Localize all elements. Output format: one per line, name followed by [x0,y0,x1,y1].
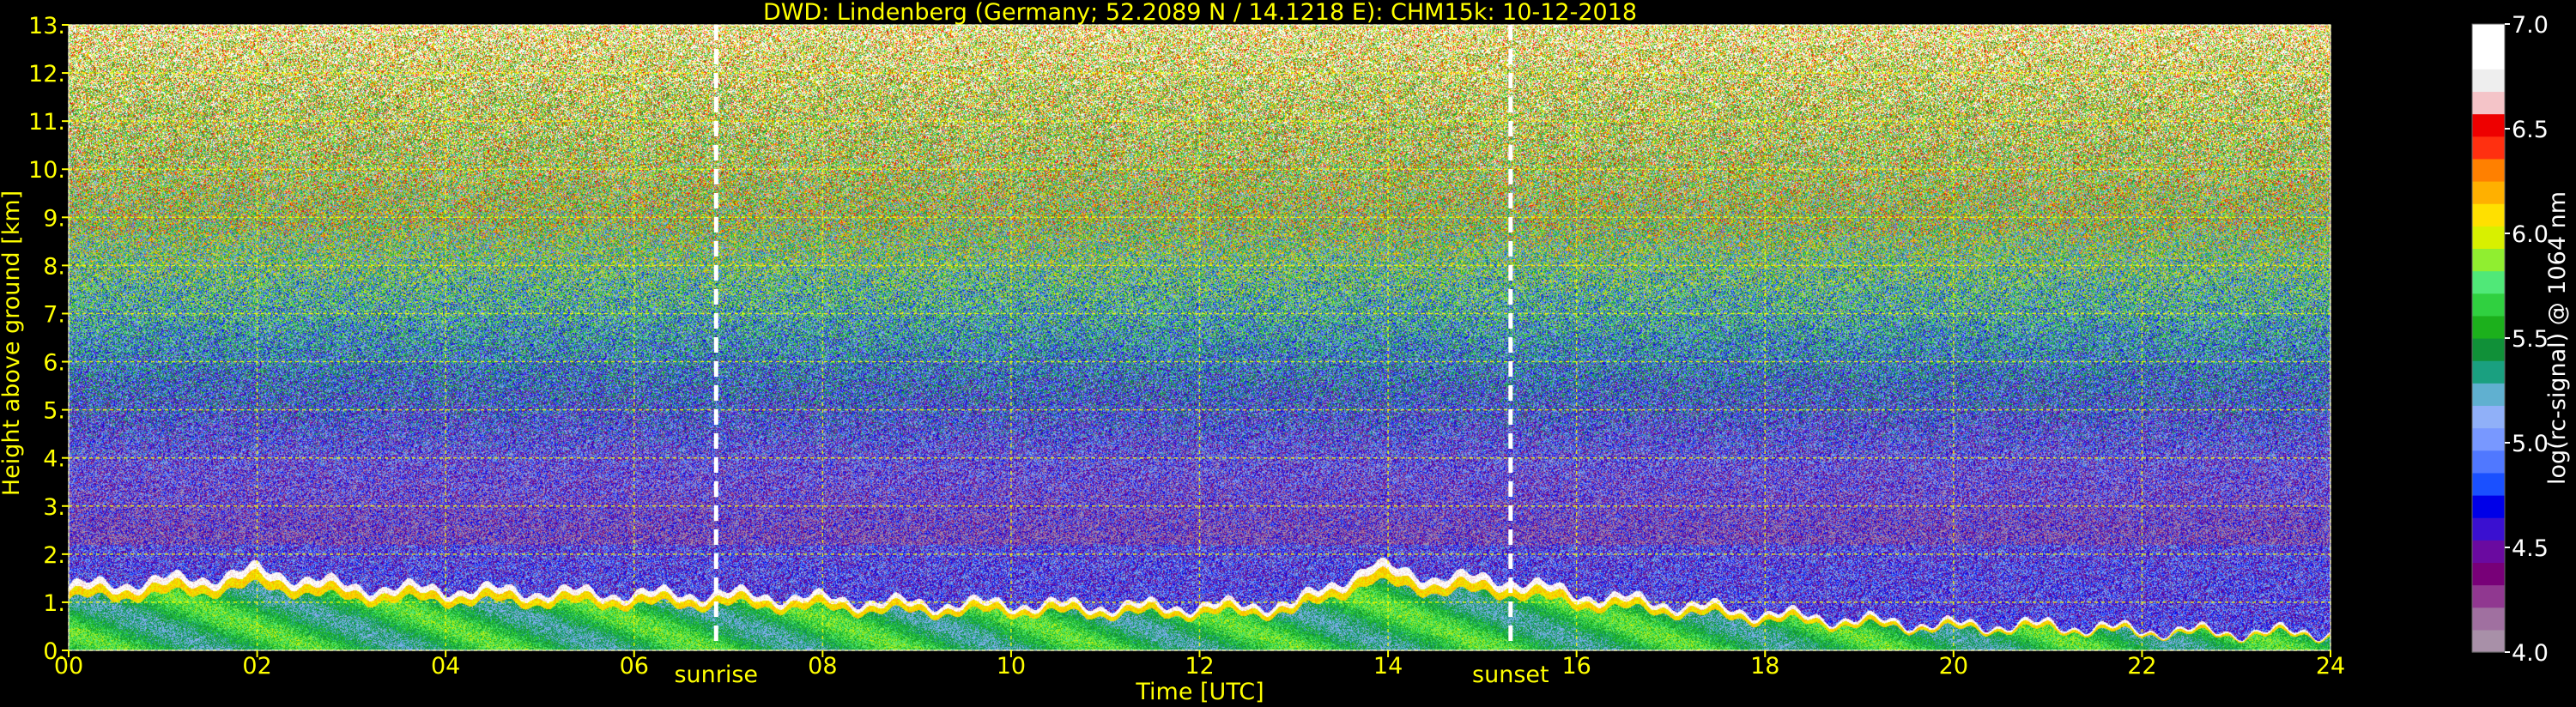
colorbar-tick-label: 4.5 [2512,535,2549,562]
y-tick-label: 7. [43,301,65,328]
x-tick-label: 14 [1373,653,1403,680]
colorbar-swatch [2472,203,2505,227]
colorbar-swatch [2472,427,2505,451]
x-tick-label: 16 [1561,653,1591,680]
colorbar-tick-label: 6.0 [2512,221,2549,248]
colorbar-swatch [2472,405,2505,429]
y-tick-label: 11. [28,109,65,136]
y-axis-label: Height above ground [km] [0,190,25,496]
colorbar-swatch [2472,383,2505,407]
y-tick-label: 10. [28,157,65,184]
colorbar-tick-label: 6.5 [2512,117,2549,143]
colorbar-swatch [2472,248,2505,272]
x-tick-label: 08 [808,653,837,680]
y-tick-label: 2. [43,542,65,569]
colorbar-swatch [2472,293,2505,317]
colorbar-swatch [2472,450,2505,474]
y-tick-label: 12. [28,61,65,88]
colorbar-swatch [2472,629,2505,653]
colorbar-tick-label: 5.5 [2512,326,2549,353]
colorbar-swatch [2472,158,2505,182]
y-tick-label: 0. [43,638,65,665]
colorbar-swatch [2472,517,2505,541]
x-axis-label: Time [UTC] [1135,679,1264,705]
x-tick-label: 18 [1750,653,1779,680]
colorbar-swatch [2472,540,2505,564]
y-tick-label: 1. [43,590,65,617]
y-tick-label: 3. [43,494,65,521]
colorbar-swatch [2472,69,2505,93]
x-tick-label: 02 [242,653,271,680]
colorbar-swatch [2472,472,2505,496]
y-tick-label: 8. [43,253,65,280]
colorbar-label: log(rc-signal) @ 1064 nm [2544,191,2571,485]
colorbar-swatch [2472,113,2505,137]
annotation-label: sunrise [674,662,758,688]
x-tick-label: 22 [2127,653,2156,680]
chart-title: DWD: Lindenberg (Germany; 52.2089 N / 14… [763,0,1637,26]
colorbar-swatch [2472,495,2505,518]
colorbar-tick-label: 5.0 [2512,431,2549,457]
colorbar-tick-label: 4.0 [2512,640,2549,667]
colorbar-tick-label: 7.0 [2512,12,2549,39]
x-tick-label: 20 [1939,653,1968,680]
colorbar-swatch [2472,136,2505,160]
x-tick-label: 06 [620,653,649,680]
y-tick-label: 13. [28,13,65,39]
annotation-label: sunset [1472,662,1549,688]
colorbar-swatch [2472,226,2505,250]
colorbar-swatch [2472,607,2505,631]
y-tick-label: 6. [43,350,65,377]
y-tick-label: 5. [43,398,65,425]
x-tick-label: 04 [431,653,460,680]
y-tick-label: 4. [43,446,65,473]
x-tick-label: 12 [1185,653,1214,680]
colorbar-swatch [2472,46,2505,69]
y-tick-label: 9. [43,205,65,232]
colorbar-swatch [2472,360,2505,384]
colorbar-swatch [2472,315,2505,339]
lidar-chart: sunrise sunset 00 02 04 06 08 10 12 14 16 18 20 22 24… [0,0,2576,707]
colorbar-swatch [2472,270,2505,294]
colorbar-swatch [2472,338,2505,361]
colorbar-swatch [2472,91,2505,115]
colorbar-swatch [2472,24,2505,47]
x-tick-label: 10 [997,653,1026,680]
colorbar-swatch [2472,181,2505,204]
colorbar-swatch [2472,562,2505,586]
colorbar-swatch [2472,584,2505,608]
x-tick-label: 24 [2316,653,2345,680]
